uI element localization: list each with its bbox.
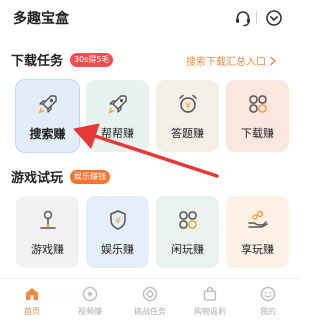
home-icon	[26, 288, 38, 300]
card-label: 帮帮赚	[101, 127, 134, 140]
section-title-game: 游戏试玩	[11, 171, 64, 186]
card-search-earn[interactable]: 搜索赚	[16, 80, 79, 152]
headset-icon[interactable]	[234, 9, 252, 27]
chevron-right-icon	[270, 56, 276, 66]
card-game-earn[interactable]: 游戏赚	[16, 196, 79, 268]
card-quiz-earn[interactable]: ¥ 答题赚	[156, 80, 219, 152]
tab-label: 首页	[24, 307, 40, 316]
svg-text:¥: ¥	[185, 102, 191, 112]
svg-text:¥: ¥	[115, 217, 121, 227]
download-entry-link[interactable]: 搜索下载汇总入口	[186, 53, 277, 68]
grid-flower-icon	[179, 211, 197, 229]
alarm-clock-icon: ¥	[179, 94, 197, 113]
tab-challenge-task[interactable]: 挑战任务	[124, 286, 176, 317]
yen-shield-icon: ¥	[110, 210, 126, 230]
card-enjoy-earn[interactable]: 享玩赚	[226, 196, 289, 268]
game-badge: 娱乐赚钱	[70, 170, 110, 184]
rocket-icon	[108, 95, 127, 114]
play-icon	[82, 286, 98, 302]
tab-home[interactable]: 首页	[6, 286, 58, 317]
card-label: 闲玩赚	[171, 243, 204, 256]
download-badge: 30s得5毛	[70, 53, 114, 67]
section-title-download: 下载任务	[11, 54, 64, 69]
card-entertain-earn[interactable]: ¥ 娱乐赚	[86, 196, 149, 268]
tab-shopping-rebate[interactable]: 购物返利	[184, 286, 236, 317]
card-label: 搜索赚	[29, 127, 66, 141]
card-download-earn[interactable]: 下载赚	[226, 80, 289, 152]
tab-video-earn[interactable]: 视频赚	[64, 286, 116, 317]
annotation-arrow	[73, 123, 219, 178]
card-label: 答题赚	[171, 127, 204, 140]
card-label: 游戏赚	[31, 243, 64, 256]
card-label: 享玩赚	[241, 243, 274, 256]
download-entry-label: 搜索下载汇总入口	[186, 57, 266, 68]
gift-bag-icon	[203, 286, 217, 301]
app-header: 多趣宝盒	[0, 0, 300, 38]
grid-flower-icon	[249, 95, 267, 113]
joystick-icon	[40, 210, 56, 229]
card-help-earn[interactable]: 帮帮赚	[86, 80, 149, 152]
app-title: 多趣宝盒	[13, 11, 69, 27]
tab-label: 挑战任务	[134, 307, 166, 316]
card-label: 下载赚	[241, 127, 274, 140]
tab-label: 我的	[260, 307, 276, 316]
chevron-down-circle-icon[interactable]	[265, 9, 283, 27]
bottom-tab-bar: 首页 视频赚 挑战任务 购物返利 我的	[0, 278, 300, 325]
coin-hand-icon	[248, 210, 268, 228]
tab-label: 购物返利	[194, 307, 226, 316]
smile-face-icon	[260, 286, 276, 302]
rocket-icon	[38, 95, 57, 114]
tab-mine[interactable]: 我的	[242, 286, 294, 317]
card-leisure-earn[interactable]: 闲玩赚	[156, 196, 219, 268]
tab-label: 视频赚	[78, 307, 102, 316]
header-divider	[256, 11, 257, 24]
target-icon	[142, 286, 158, 302]
card-label: 娱乐赚	[101, 243, 134, 256]
